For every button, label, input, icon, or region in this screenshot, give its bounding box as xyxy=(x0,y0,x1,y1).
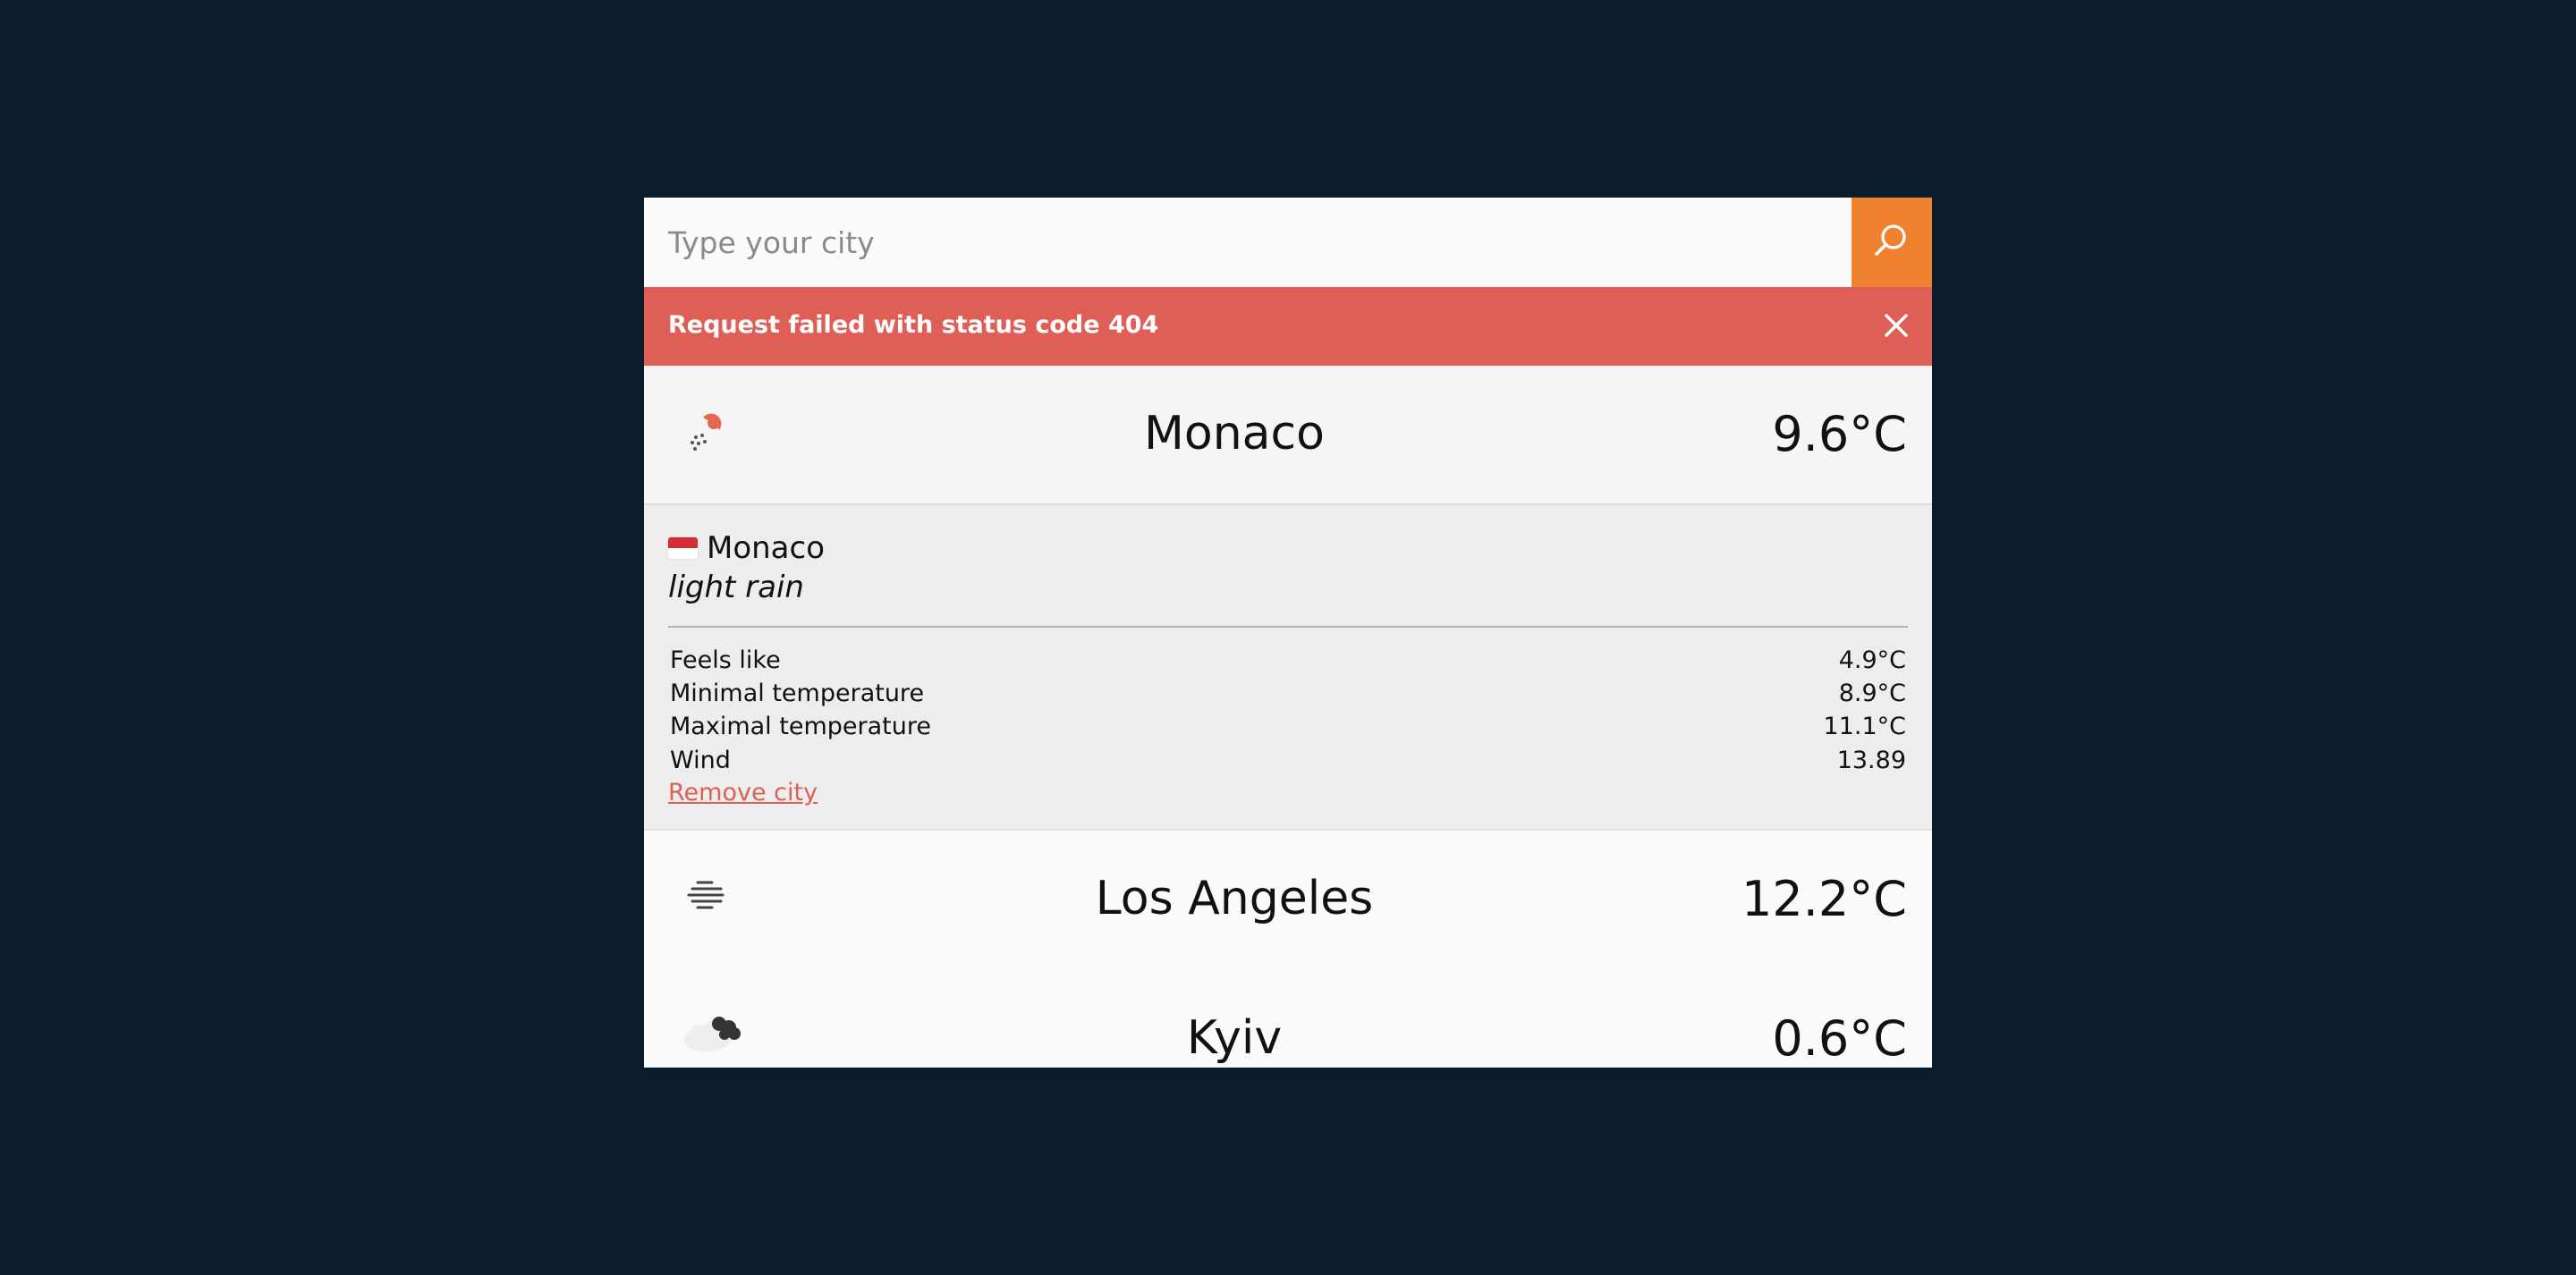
stat-value: 8.9°C xyxy=(1838,680,1906,707)
monaco-flag-icon xyxy=(668,537,698,559)
broken-clouds-icon xyxy=(683,1017,741,1051)
search-input[interactable] xyxy=(644,198,1852,287)
search-bar xyxy=(644,198,1932,287)
stat-row: Wind 13.89 xyxy=(670,747,1906,779)
stat-value: 4.9°C xyxy=(1838,646,1906,674)
city-name: Kyiv xyxy=(1186,1011,1283,1065)
city-temperature: 0.6°C xyxy=(1772,1010,1907,1067)
details-divider xyxy=(668,626,1908,628)
stat-label: Minimal temperature xyxy=(670,680,925,707)
city-details-panel: Monaco light rain Feels like 4.9°C Minim… xyxy=(644,505,1932,831)
error-message: Request failed with status code 404 xyxy=(668,311,1159,339)
city-temperature: 12.2°C xyxy=(1741,871,1907,927)
stat-row: Minimal temperature 8.9°C xyxy=(670,680,1906,712)
city-name: Monaco xyxy=(1144,407,1325,460)
close-icon[interactable] xyxy=(1878,308,1914,343)
stat-row: Feels like 4.9°C xyxy=(670,646,1906,679)
search-icon xyxy=(1875,224,1906,256)
details-header: Monaco xyxy=(668,528,825,568)
stat-label: Feels like xyxy=(670,646,781,674)
city-name: Los Angeles xyxy=(1095,872,1374,925)
stat-row: Maximal temperature 11.1°C xyxy=(670,713,1906,745)
city-row-los-angeles[interactable]: Los Angeles 12.2°C xyxy=(644,831,1932,970)
weather-description: light rain xyxy=(668,570,804,605)
mist-icon xyxy=(687,881,724,909)
stat-value: 11.1°C xyxy=(1823,713,1906,740)
stat-value: 13.89 xyxy=(1836,747,1906,774)
search-button[interactable] xyxy=(1852,198,1932,287)
weather-app: Request failed with status code 404 Mona… xyxy=(644,198,1932,1068)
details-city-name: Monaco xyxy=(707,530,826,566)
city-row-monaco[interactable]: Monaco 9.6°C xyxy=(644,366,1932,505)
city-temperature: 9.6°C xyxy=(1772,406,1907,462)
error-banner: Request failed with status code 404 xyxy=(644,287,1932,366)
city-row-kyiv[interactable]: Kyiv 0.6°C xyxy=(644,970,1932,1068)
stat-label: Maximal temperature xyxy=(670,713,931,740)
remove-city-link[interactable]: Remove city xyxy=(668,779,818,806)
light-rain-icon xyxy=(691,413,722,451)
stat-label: Wind xyxy=(670,747,731,774)
